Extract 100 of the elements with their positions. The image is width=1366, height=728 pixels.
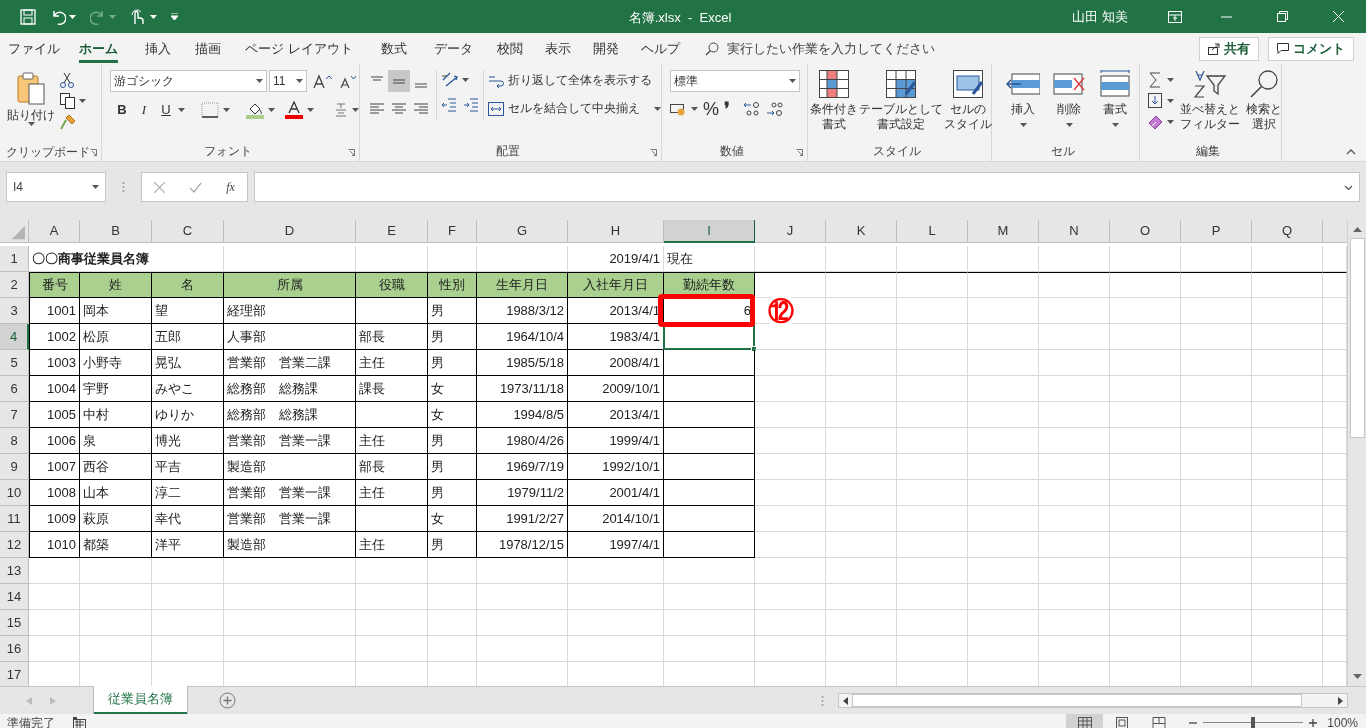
column-header[interactable]: I [664, 220, 755, 243]
selected-cell[interactable] [663, 323, 755, 350]
italic-button[interactable]: I [136, 100, 152, 120]
row-header[interactable]: 3 [0, 298, 29, 324]
zoom-thumb[interactable] [1251, 717, 1256, 728]
dialog-launcher-icon[interactable] [796, 149, 803, 156]
decrease-font-icon[interactable] [339, 73, 357, 89]
sort-filter-button[interactable]: 並べ替えと フィルター [1180, 70, 1240, 132]
increase-decimal-icon[interactable] [743, 101, 761, 117]
cut-icon[interactable] [60, 72, 74, 88]
row-header[interactable]: 9 [0, 454, 29, 480]
column-header[interactable]: Q [1252, 220, 1323, 243]
row-header[interactable]: 14 [0, 584, 29, 610]
scroll-down-icon[interactable] [1352, 674, 1362, 680]
percent-button[interactable]: % [703, 99, 719, 119]
decrease-decimal-icon[interactable] [766, 101, 784, 117]
row-header[interactable]: 10 [0, 480, 29, 506]
column-header[interactable]: J [755, 220, 826, 243]
font-color-icon[interactable] [285, 101, 303, 119]
row-header[interactable]: 4 [0, 324, 29, 350]
menu-tab[interactable]: ページ レイアウト [231, 33, 367, 64]
zoom-percent[interactable]: 100% [1327, 714, 1358, 728]
row-header[interactable]: 11 [0, 506, 29, 532]
name-box[interactable]: I4 [6, 172, 106, 202]
eraser-icon[interactable] [1148, 114, 1163, 130]
cells-button[interactable]: 削除 [1050, 70, 1088, 127]
column-header[interactable]: G [477, 220, 568, 243]
sheet-tab[interactable]: 従業員名簿 [94, 686, 187, 714]
menu-tab[interactable]: 数式 [366, 33, 421, 64]
restore-icon[interactable] [1276, 11, 1288, 22]
font-name-field[interactable]: 游ゴシック [110, 70, 267, 92]
row-header[interactable]: 7 [0, 402, 29, 428]
row-header[interactable]: 8 [0, 428, 29, 454]
column-header[interactable]: F [428, 220, 477, 243]
customize-icon[interactable] [171, 13, 178, 20]
row-header[interactable]: 1 [0, 246, 29, 272]
underline-button[interactable]: U [158, 100, 174, 120]
row-header[interactable]: 15 [0, 610, 29, 636]
column-header[interactable]: A [29, 220, 80, 243]
scrollbar-thumb[interactable] [1349, 238, 1365, 438]
view-button[interactable] [1066, 714, 1104, 728]
paste-button[interactable]: 貼り付け [6, 70, 56, 142]
column-header[interactable]: O [1110, 220, 1181, 243]
format-painter-icon[interactable] [60, 114, 76, 130]
menu-tab[interactable]: 校閲 [485, 33, 534, 64]
scrollbar-thumb[interactable] [852, 694, 1302, 707]
comma-style-button[interactable]: ❜ [724, 99, 730, 119]
style-button[interactable]: セルの スタイル [944, 70, 992, 135]
tell-me-field[interactable]: 実行したい作業を入力してください [704, 35, 935, 62]
zoom-in-icon[interactable] [1309, 719, 1318, 727]
fill-color-icon[interactable] [246, 101, 264, 119]
row-header[interactable]: 12 [0, 532, 29, 558]
column-header[interactable]: H [568, 220, 664, 243]
column-header[interactable]: E [356, 220, 428, 243]
copy-icon[interactable] [60, 93, 75, 109]
undo-icon[interactable] [50, 8, 66, 25]
bold-button[interactable]: B [114, 100, 130, 120]
dialog-launcher-icon[interactable] [348, 149, 355, 156]
borders-icon[interactable] [201, 102, 219, 118]
column-header[interactable]: D [224, 220, 356, 243]
scroll-left-icon[interactable] [843, 696, 848, 705]
minimize-icon[interactable] [1220, 15, 1232, 18]
macro-record-icon[interactable] [73, 717, 86, 728]
comment-button[interactable]: コメント [1268, 36, 1354, 61]
wrap-text-button[interactable]: 折り返して全体を表示する [488, 70, 661, 92]
accounting-format-icon[interactable] [670, 102, 686, 116]
number-format-field[interactable]: 標準 [670, 70, 800, 92]
increase-font-icon[interactable] [313, 73, 333, 89]
formula-input[interactable] [254, 172, 1360, 202]
touch-icon[interactable] [130, 8, 144, 25]
menu-tab[interactable]: データ [420, 33, 486, 64]
insert-function-button[interactable]: fx [226, 178, 235, 196]
add-sheet-icon[interactable] [219, 692, 236, 709]
cells-button[interactable]: 挿入 [1004, 70, 1042, 127]
menu-tab[interactable]: ファイル [2, 33, 66, 64]
menu-tab[interactable]: ヘルプ [629, 33, 691, 64]
share-button[interactable]: 共有 [1199, 36, 1259, 61]
find-select-button[interactable]: 検索と 選択 [1246, 70, 1282, 132]
close-icon[interactable] [1332, 11, 1344, 22]
drag-handle-icon[interactable] [122, 181, 125, 193]
dialog-launcher-icon[interactable] [90, 149, 97, 156]
save-icon[interactable] [20, 8, 36, 25]
collapse-ribbon-icon[interactable] [1346, 149, 1356, 155]
menu-tab[interactable]: 表示 [533, 33, 582, 64]
row-header[interactable]: 6 [0, 376, 29, 402]
column-header[interactable]: C [152, 220, 224, 243]
merge-center-button[interactable]: セルを結合して中央揃え [488, 98, 661, 120]
fill-icon[interactable] [1148, 93, 1163, 109]
style-button[interactable]: テーブルとして 書式設定 [859, 70, 943, 135]
row-header[interactable]: 5 [0, 350, 29, 376]
zoom-out-icon[interactable] [1189, 719, 1198, 727]
drag-handle-icon[interactable] [821, 694, 824, 707]
column-header[interactable]: P [1181, 220, 1252, 243]
ribbon-display-icon[interactable] [1168, 10, 1182, 23]
column-header[interactable]: M [968, 220, 1039, 243]
dialog-launcher-icon[interactable] [650, 149, 657, 156]
style-button[interactable]: 条件付き 書式 [810, 70, 858, 135]
menu-tab[interactable]: 挿入 [131, 33, 185, 64]
autosum-icon[interactable] [1148, 72, 1163, 88]
column-header[interactable]: K [826, 220, 897, 243]
